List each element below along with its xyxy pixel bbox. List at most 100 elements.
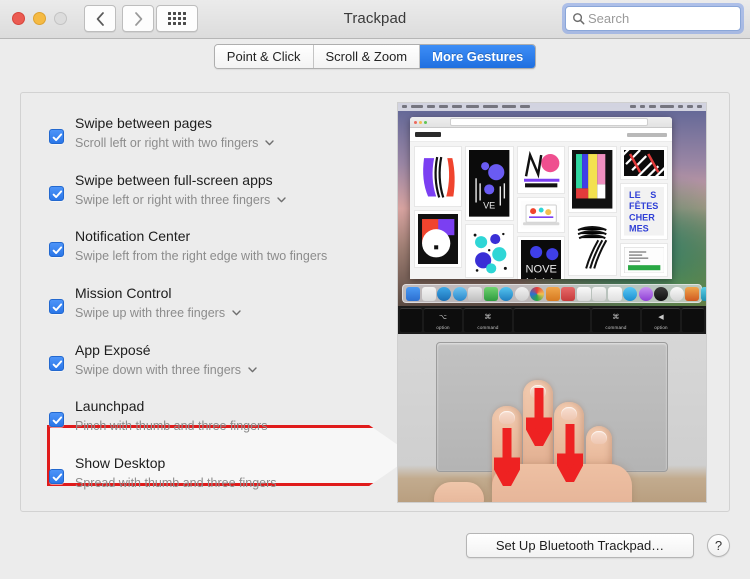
arrow-down-icon (494, 428, 520, 486)
gesture-row-app-expose[interactable]: App Exposé Swipe down with three fingers (21, 338, 393, 388)
svg-text:MES: MES (629, 224, 649, 234)
poster-thumbnail (415, 147, 462, 206)
poster-thumbnail (466, 224, 513, 278)
checkmark-icon (52, 473, 63, 482)
chevron-down-icon[interactable] (277, 197, 286, 203)
gesture-subtitle-text: Swipe up with three fingers (75, 306, 226, 320)
search-icon (573, 13, 585, 25)
gesture-text: Swipe between full-screen apps Swipe lef… (75, 168, 286, 208)
search-input[interactable]: Search (565, 6, 741, 31)
poster-thumbnail: LE S FÊTES CHER MES (620, 184, 667, 239)
key-option-left: ⌥ option (424, 308, 462, 332)
gesture-row-notification-center[interactable]: Notification Center Swipe left from the … (21, 224, 393, 274)
gesture-subtitle[interactable]: Scroll left or right with two fingers (75, 135, 275, 151)
key-command-left: ⌘ command (464, 308, 512, 332)
help-button[interactable]: ? (707, 534, 730, 557)
preview-keyboard-row: ⌥ option ⌘ command ⌘ command ◀ option (398, 306, 706, 334)
poster-art-red-purple-circle (418, 213, 459, 264)
arrow-down-icon (526, 388, 552, 446)
gesture-text: Launchpad Pinch with thumb and three fin… (75, 394, 267, 434)
chevron-down-icon[interactable] (232, 310, 241, 316)
key-label: option (654, 325, 668, 330)
option-glyph-icon: ⌥ (438, 314, 448, 321)
preview-trackpad-area (398, 334, 706, 502)
svg-text:LE: LE (629, 190, 641, 200)
checkmark-icon (52, 360, 63, 369)
key-blank-right (682, 308, 704, 332)
gesture-row-mission-control[interactable]: Mission Control Swipe up with three fing… (21, 281, 393, 331)
set-up-bluetooth-trackpad-button[interactable]: Set Up Bluetooth Trackpad… (466, 533, 694, 558)
tab-point-and-click[interactable]: Point & Click (214, 44, 314, 68)
poster-art-diagonal-stripes (623, 150, 664, 177)
chevron-down-icon[interactable] (248, 367, 257, 373)
checkmark-icon (52, 303, 63, 312)
checkbox-show-desktop[interactable] (49, 469, 64, 484)
gesture-title: Launchpad (75, 398, 145, 414)
key-space-bar (514, 308, 590, 332)
poster-thumbnail (517, 147, 565, 194)
poster-thumbnail-grid: VE NOVE LE S FÊTES CHER MES (410, 142, 672, 279)
gesture-row-show-desktop[interactable]: Show Desktop Spread with thumb and three… (21, 451, 393, 501)
poster-art-color-bars (572, 150, 613, 209)
menu-bar-left-items (402, 105, 530, 108)
gesture-subtitle[interactable]: Swipe up with three fingers (75, 305, 241, 321)
gesture-subtitle: Spread with thumb and three fingers (75, 475, 277, 491)
browser-address-bar (450, 118, 648, 126)
swipe-arrow-down-left (494, 428, 520, 486)
gesture-row-swipe-between-full-screen-apps[interactable]: Swipe between full-screen apps Swipe lef… (21, 168, 393, 218)
key-label: command (477, 325, 499, 330)
gesture-subtitle[interactable]: Swipe left or right with three fingers (75, 192, 286, 208)
preview-menu-bar (398, 103, 706, 111)
gesture-title: App Exposé (75, 342, 151, 358)
gesture-text: Mission Control Swipe up with three fing… (75, 281, 241, 321)
gesture-subtitle-text: Spread with thumb and three fingers (75, 476, 277, 490)
page-header-controls (627, 132, 667, 137)
browser-toolbar (410, 117, 672, 128)
menu-bar-status-items (630, 105, 702, 108)
gesture-subtitle: Swipe left from the right edge with two … (75, 248, 327, 264)
gesture-subtitle[interactable]: Swipe down with three fingers (75, 362, 257, 378)
gesture-preview-video[interactable]: VE NOVE LE S FÊTES CHER MES ⌥ option ⌘ c… (397, 102, 707, 503)
poster-art-dark-nove: NOVE (520, 239, 562, 279)
svg-text:CHER: CHER (629, 213, 655, 223)
window-titlebar: Trackpad Search (0, 0, 750, 39)
option-glyph-icon: ◀ (658, 314, 664, 321)
command-glyph-icon: ⌘ (612, 314, 620, 321)
preview-screen: VE NOVE LE S FÊTES CHER MES (398, 103, 706, 306)
poster-thumbnail: VE (466, 147, 513, 220)
key-blank-left (400, 308, 422, 332)
poster-art-document-green (623, 246, 664, 273)
svg-text:S: S (650, 190, 656, 200)
gesture-row-launchpad[interactable]: Launchpad Pinch with thumb and three fin… (21, 394, 393, 444)
checkbox-mission-control[interactable] (49, 299, 64, 314)
chevron-down-icon[interactable] (265, 140, 275, 146)
search-placeholder: Search (588, 11, 630, 26)
poster-thumbnail (517, 198, 565, 232)
key-label: command (605, 325, 627, 330)
poster-thumbnail: NOVE (517, 236, 565, 279)
browser-traffic-lights (414, 120, 427, 124)
fingernail (499, 411, 515, 424)
poster-art-blue-letters: LE S FÊTES CHER MES (623, 187, 664, 236)
swipe-arrow-down-middle (526, 388, 552, 446)
gesture-text: Swipe between pages Scroll left or right… (75, 111, 275, 151)
gesture-subtitle-text: Pinch with thumb and three fingers (75, 419, 268, 433)
tab-more-gestures[interactable]: More Gestures (420, 44, 536, 68)
poster-art-laptop-mockup (520, 201, 562, 229)
gesture-text: Notification Center Swipe left from the … (75, 224, 327, 264)
gesture-title: Swipe between full-screen apps (75, 172, 273, 188)
poster-thumbnail (569, 216, 616, 276)
gesture-row-swipe-between-pages[interactable]: Swipe between pages Scroll left or right… (21, 111, 393, 161)
swipe-arrow-down-right (557, 424, 583, 482)
search-field-focus-ring: Search (562, 3, 744, 34)
preview-dock (402, 284, 706, 303)
checkbox-swipe-between-pages[interactable] (49, 129, 64, 144)
thumb (434, 482, 484, 502)
tab-scroll-and-zoom[interactable]: Scroll & Zoom (313, 44, 421, 68)
checkbox-launchpad[interactable] (49, 412, 64, 427)
checkmark-icon (52, 190, 63, 199)
checkbox-app-expose[interactable] (49, 356, 64, 371)
checkbox-notification-center[interactable] (49, 242, 64, 257)
fingernail (591, 431, 607, 444)
checkbox-swipe-between-full-screen-apps[interactable] (49, 186, 64, 201)
